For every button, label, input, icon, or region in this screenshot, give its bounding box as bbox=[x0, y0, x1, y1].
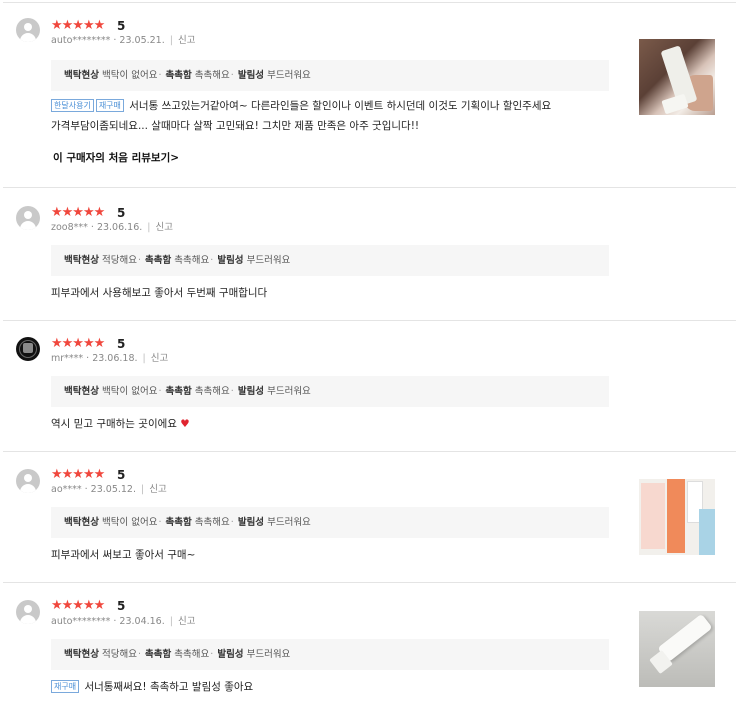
review-text: 피부과에서 사용해보고 좋아서 두번째 구매합니다 bbox=[51, 287, 268, 299]
review-photo[interactable] bbox=[639, 479, 715, 555]
evaluation-summary: 백탁현상 백탁이 없어요· 촉촉함 촉촉해요· 발림성 부드러워요 bbox=[51, 507, 609, 538]
review-date: 23.05.21. bbox=[119, 35, 165, 46]
review-list: ★★★★★ 5 auto******** · 23.05.21. | 신고 백탁현상 백… bbox=[0, 0, 736, 711]
review-meta: mr**** · 23.06.18. | 신고 bbox=[51, 353, 169, 364]
avatar bbox=[16, 18, 40, 42]
avatar bbox=[16, 206, 40, 230]
review-photo[interactable] bbox=[639, 39, 715, 115]
star-rating: ★★★★★ bbox=[51, 467, 105, 482]
report-link[interactable]: 신고 bbox=[155, 222, 172, 233]
heart-icon: ♥ bbox=[180, 418, 190, 430]
review-text: 피부과에서 써보고 좋아서 구매~ bbox=[51, 549, 196, 561]
star-rating: ★★★★★ bbox=[51, 598, 105, 613]
reviewer-id: auto******** bbox=[51, 35, 111, 46]
rating-score: 5 bbox=[117, 337, 126, 351]
badge-repurchase: 재구매 bbox=[95, 99, 124, 112]
review-text: 역시 믿고 구매하는 곳이에요 ♥ bbox=[51, 418, 190, 430]
review-text: 재구매 서너통째써요! 촉촉하고 발림성 좋아요 bbox=[51, 677, 611, 697]
review-meta: ao**** · 23.05.12. | 신고 bbox=[51, 484, 167, 495]
review-date: 23.06.16. bbox=[96, 222, 143, 233]
review-photo[interactable] bbox=[639, 611, 715, 687]
reviewer-id: mr**** bbox=[51, 353, 84, 364]
evaluation-summary: 백탁현상 적당해요· 촉촉함 촉촉해요· 발림성 부드러워요 bbox=[51, 245, 609, 276]
star-rating: ★★★★★ bbox=[51, 205, 105, 220]
divider bbox=[3, 320, 736, 321]
rating-score: 5 bbox=[117, 468, 126, 482]
review-date: 23.05.12. bbox=[90, 484, 136, 495]
star-rating: ★★★★★ bbox=[51, 18, 105, 33]
rating-score: 5 bbox=[117, 206, 126, 220]
report-link[interactable]: 신고 bbox=[149, 484, 166, 495]
divider bbox=[3, 451, 736, 452]
review-date: 23.06.18. bbox=[92, 353, 138, 364]
avatar bbox=[16, 469, 40, 493]
avatar bbox=[16, 337, 40, 361]
rating-score: 5 bbox=[117, 19, 126, 33]
divider bbox=[3, 187, 736, 188]
review-text: 한달사용기 재구매 서너통 쓰고있는거같아여~ 다른라인들은 할인이나 이벤트 하… bbox=[51, 99, 552, 132]
divider bbox=[3, 582, 736, 583]
first-review-link[interactable]: 이 구매자의 처음 리뷰보기> bbox=[53, 150, 179, 165]
review-meta: zoo8*** · 23.06.16. | 신고 bbox=[51, 222, 173, 233]
evaluation-summary: 백탁현상 적당해요· 촉촉함 촉촉해요· 발림성 부드러워요 bbox=[51, 639, 609, 670]
report-link[interactable]: 신고 bbox=[178, 35, 195, 46]
badge-repurchase: 재구매 bbox=[51, 680, 80, 693]
rating-score: 5 bbox=[117, 599, 126, 613]
report-link[interactable]: 신고 bbox=[178, 616, 195, 627]
review-meta: auto******** · 23.05.21. | 신고 bbox=[51, 35, 196, 46]
divider bbox=[3, 2, 736, 3]
review-meta: auto******** · 23.04.16. | 신고 bbox=[51, 616, 196, 627]
evaluation-summary: 백탁현상 백탁이 없어요· 촉촉함 촉촉해요· 발림성 부드러워요 bbox=[51, 60, 609, 91]
review-date: 23.04.16. bbox=[119, 616, 165, 627]
reviewer-id: auto******** bbox=[51, 616, 111, 627]
report-link[interactable]: 신고 bbox=[151, 353, 168, 364]
chevron-right-icon: > bbox=[170, 152, 180, 164]
badge-month-use: 한달사용기 bbox=[51, 99, 94, 112]
avatar bbox=[16, 600, 40, 624]
star-rating: ★★★★★ bbox=[51, 336, 105, 351]
evaluation-summary: 백탁현상 백탁이 없어요· 촉촉함 촉촉해요· 발림성 부드러워요 bbox=[51, 376, 609, 407]
reviewer-id: ao**** bbox=[51, 484, 82, 495]
reviewer-id: zoo8*** bbox=[51, 222, 88, 233]
